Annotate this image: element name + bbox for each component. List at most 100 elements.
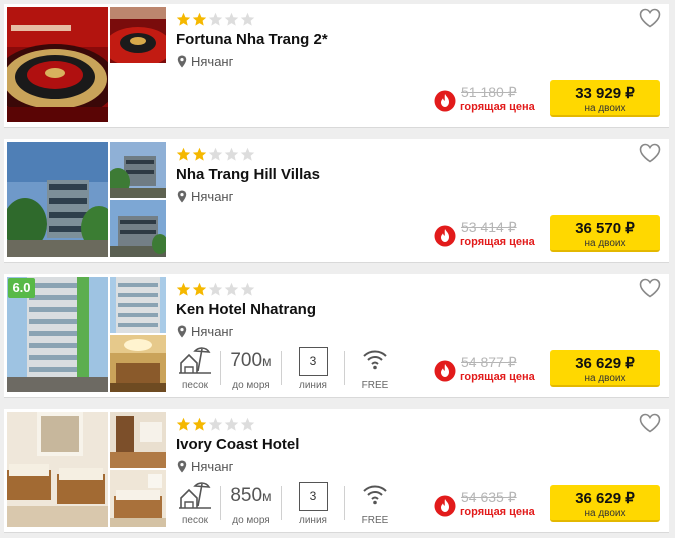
star-icon: [224, 417, 239, 431]
hotel-list: Fortuna Nha Trang 2* Нячанг 51 180 ₽ гор…: [0, 0, 675, 538]
location-text: Нячанг: [191, 324, 234, 339]
star-icon: [240, 147, 255, 161]
star-icon: [176, 147, 191, 161]
fire-icon: [434, 360, 456, 382]
line-value: 3: [298, 347, 328, 376]
hotel-photo-thumb[interactable]: [110, 470, 166, 527]
location-pin-icon: [177, 325, 187, 338]
line-value: 3: [298, 482, 328, 511]
distance-unit: м: [262, 353, 272, 369]
fire-icon: [434, 90, 456, 112]
old-price: 53 414 ₽: [461, 219, 517, 235]
hotel-features: песок 700м до моря 3 линия FREE: [176, 345, 405, 395]
distance-value: 850: [230, 485, 263, 506]
hotel-card[interactable]: Nha Trang Hill Villas Нячанг 53 414 ₽ го…: [4, 139, 669, 263]
beach-label: песок: [181, 380, 209, 391]
line-label: линия: [299, 515, 327, 526]
sea-distance: 700м до моря: [221, 345, 281, 391]
distance-label: до моря: [232, 380, 270, 391]
wifi: FREE: [345, 480, 405, 526]
heart-icon[interactable]: [639, 8, 661, 28]
beach-type: песок: [176, 345, 214, 391]
old-price: 51 180 ₽: [461, 84, 517, 100]
star-rating: [176, 417, 255, 432]
star-icon: [208, 282, 223, 296]
star-icon: [240, 282, 255, 296]
hotel-photo-main[interactable]: [7, 412, 108, 527]
price-amount: 36 629 ₽: [575, 490, 635, 507]
star-icon: [224, 282, 239, 296]
price-amount: 33 929 ₽: [575, 85, 635, 102]
rating-badge: 6.0: [8, 278, 35, 298]
hotel-photo-thumb[interactable]: [110, 335, 166, 392]
wifi: FREE: [345, 345, 405, 391]
wifi-icon: [363, 350, 387, 370]
location-pin-icon: [177, 190, 187, 203]
hotel-card[interactable]: Ivory Coast Hotel Нячанг песок 850м до м…: [4, 409, 669, 533]
beach-label: песок: [181, 515, 209, 526]
line-label: линия: [299, 380, 327, 391]
hotel-photo-thumb[interactable]: [110, 277, 166, 333]
hotel-card[interactable]: 6.0 Ken Hotel Nhatrang Нячанг песок 700м…: [4, 274, 669, 398]
fire-icon: [434, 225, 456, 247]
price-button[interactable]: 36 570 ₽ на двоих: [550, 215, 660, 252]
heart-icon[interactable]: [639, 278, 661, 298]
beach-icon: [179, 347, 211, 374]
hot-price-label: горящая цена: [460, 371, 535, 383]
beach-line: 3 линия: [282, 480, 344, 526]
star-rating: [176, 12, 255, 27]
beach-icon: [179, 482, 211, 509]
hotel-name[interactable]: Ivory Coast Hotel: [176, 436, 299, 453]
heart-icon[interactable]: [639, 413, 661, 433]
hotel-photo-thumb[interactable]: [110, 200, 166, 257]
star-icon: [240, 417, 255, 431]
price-subtitle: на двоих: [584, 373, 626, 384]
star-icon: [224, 12, 239, 26]
hot-price-label: горящая цена: [460, 506, 535, 518]
distance-unit: м: [262, 488, 272, 504]
price-amount: 36 629 ₽: [575, 355, 635, 372]
hotel-photo-main[interactable]: [7, 7, 108, 122]
hotel-features: песок 850м до моря 3 линия FREE: [176, 480, 405, 530]
heart-icon[interactable]: [639, 143, 661, 163]
hotel-name[interactable]: Fortuna Nha Trang 2*: [176, 31, 328, 48]
star-icon: [240, 12, 255, 26]
old-price: 54 877 ₽: [461, 354, 517, 370]
wifi-label: FREE: [361, 515, 389, 526]
hotel-photo-thumb[interactable]: [110, 7, 166, 63]
hotel-card[interactable]: Fortuna Nha Trang 2* Нячанг 51 180 ₽ гор…: [4, 4, 669, 128]
location-text: Нячанг: [191, 189, 234, 204]
price-subtitle: на двоих: [584, 103, 626, 114]
star-icon: [208, 147, 223, 161]
location-text: Нячанг: [191, 459, 234, 474]
hotel-name[interactable]: Nha Trang Hill Villas: [176, 166, 320, 183]
star-rating: [176, 147, 255, 162]
star-icon: [208, 417, 223, 431]
wifi-label: FREE: [361, 380, 389, 391]
hotel-location: Нячанг: [177, 189, 233, 204]
price-button[interactable]: 33 929 ₽ на двоих: [550, 80, 660, 117]
distance-value: 700: [230, 350, 263, 371]
star-icon: [224, 147, 239, 161]
price-button[interactable]: 36 629 ₽ на двоих: [550, 350, 660, 387]
star-icon: [176, 417, 191, 431]
hotel-photo-main[interactable]: [7, 142, 108, 257]
hotel-location: Нячанг: [177, 324, 233, 339]
fire-icon: [434, 495, 456, 517]
price-button[interactable]: 36 629 ₽ на двоих: [550, 485, 660, 522]
hot-price-label: горящая цена: [460, 236, 535, 248]
star-icon: [192, 147, 207, 161]
star-rating: [176, 282, 255, 297]
star-icon: [192, 12, 207, 26]
star-icon: [208, 12, 223, 26]
old-price: 54 635 ₽: [461, 489, 517, 505]
wifi-icon: [363, 485, 387, 505]
star-icon: [176, 12, 191, 26]
price-subtitle: на двоих: [584, 508, 626, 519]
beach-line: 3 линия: [282, 345, 344, 391]
hot-price-label: горящая цена: [460, 101, 535, 113]
hotel-name[interactable]: Ken Hotel Nhatrang: [176, 301, 316, 318]
hotel-photo-thumb[interactable]: [110, 412, 166, 468]
star-icon: [192, 417, 207, 431]
hotel-photo-thumb[interactable]: [110, 142, 166, 198]
